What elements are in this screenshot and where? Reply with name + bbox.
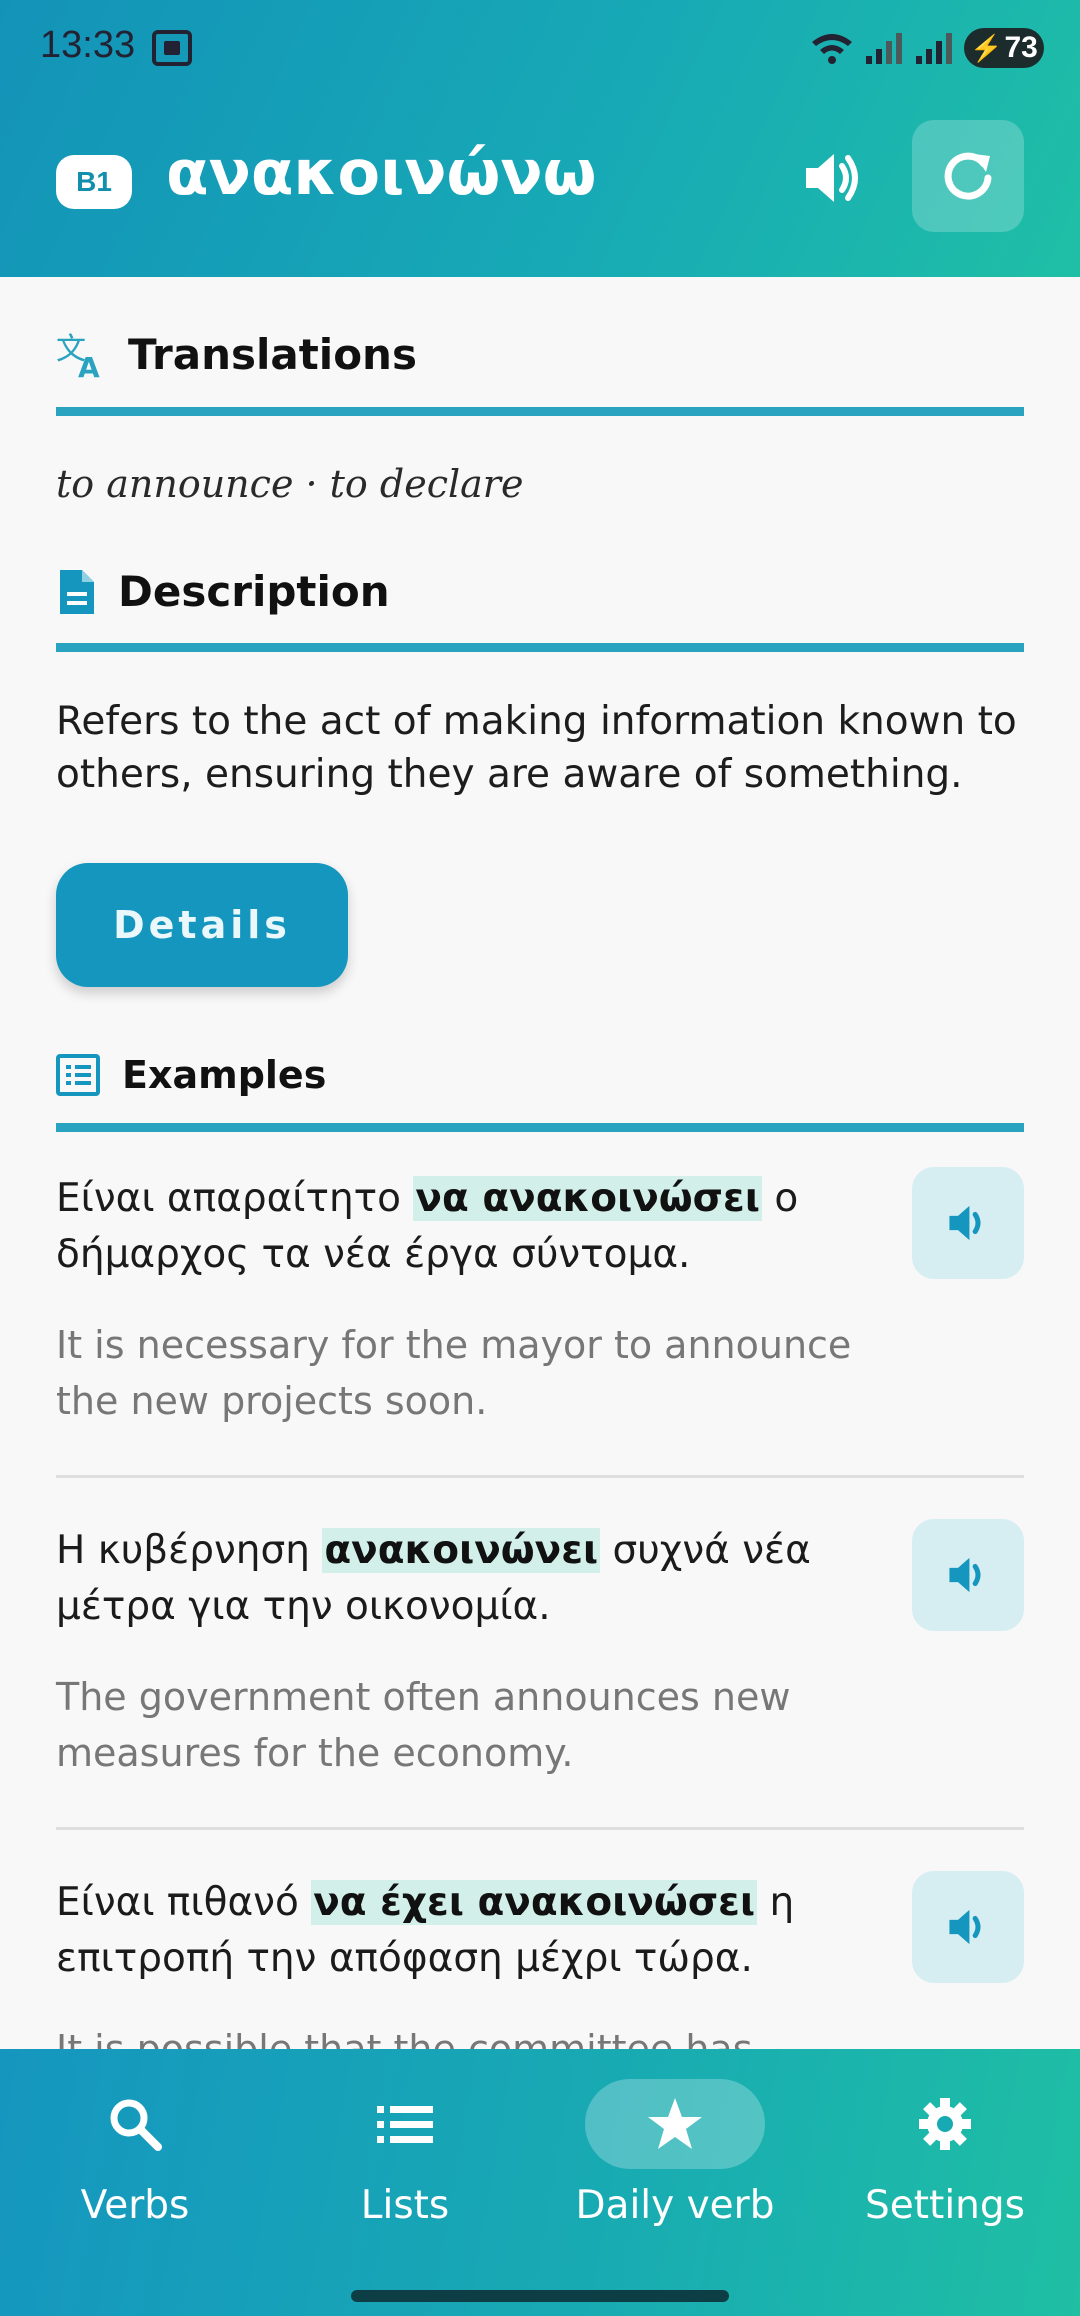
translations-rule bbox=[56, 407, 1024, 416]
search-icon bbox=[45, 2079, 225, 2169]
star-icon bbox=[585, 2079, 765, 2169]
signal-roaming-icon bbox=[916, 33, 952, 64]
example-greek: Είναι πιθανό να έχει ανακοινώσει η επιτρ… bbox=[56, 1875, 856, 1987]
examples-rule bbox=[56, 1123, 1024, 1132]
nav-item-verbs[interactable]: Verbs bbox=[15, 2079, 255, 2228]
examples-title: Examples bbox=[122, 1053, 327, 1097]
nav-label: Lists bbox=[360, 2183, 450, 2228]
translations-title: Translations bbox=[128, 330, 417, 379]
list-alt-icon bbox=[56, 1054, 100, 1096]
verb-title: ανακοινώνω bbox=[166, 136, 597, 209]
screenshot-icon bbox=[152, 30, 192, 66]
translations-text: to announce · to declare bbox=[56, 462, 524, 506]
gear-icon bbox=[855, 2079, 1035, 2169]
refresh-button[interactable] bbox=[912, 120, 1024, 232]
nav-item-daily-verb[interactable]: Daily verb bbox=[555, 2079, 795, 2228]
example-play-button[interactable] bbox=[912, 1167, 1024, 1279]
refresh-icon bbox=[944, 152, 992, 200]
example-greek: Η κυβέρνηση ανακοινώνει συχνά νέα μέτρα … bbox=[56, 1523, 856, 1635]
nav-item-settings[interactable]: Settings bbox=[825, 2079, 1065, 2228]
example-play-button[interactable] bbox=[912, 1871, 1024, 1983]
description-header: Description bbox=[56, 567, 390, 616]
list-icon bbox=[315, 2079, 495, 2169]
example-item: Είναι πιθανό να έχει ανακοινώσει η επιτρ… bbox=[56, 1871, 1024, 2049]
example-greek-text: Είναι πιθανό bbox=[56, 1880, 312, 1925]
signal-icon bbox=[866, 33, 902, 64]
bottom-navigation: Verbs Lists Daily verb Settings bbox=[0, 2049, 1080, 2316]
description-rule bbox=[56, 643, 1024, 652]
example-greek-text: Η κυβέρνηση bbox=[56, 1528, 323, 1573]
document-icon bbox=[60, 569, 94, 614]
example-divider bbox=[56, 1475, 1024, 1478]
example-play-button[interactable] bbox=[912, 1519, 1024, 1631]
example-english: It is necessary for the mayor to announc… bbox=[56, 1323, 852, 1423]
verb-content[interactable]: 文 A Translations to announce · to declar… bbox=[0, 277, 1080, 2049]
charging-icon: ⚡ bbox=[970, 32, 1003, 63]
status-bar: 13:33 ⚡ 73 bbox=[0, 0, 1080, 96]
battery-level: 73 bbox=[1004, 31, 1038, 64]
pronounce-button[interactable] bbox=[790, 136, 874, 220]
example-greek-text: Είναι απαραίτητο bbox=[56, 1176, 414, 1221]
translations-header: 文 A Translations bbox=[56, 330, 417, 379]
description-text: Refers to the act of making information … bbox=[56, 699, 1017, 797]
level-badge: B1 bbox=[56, 155, 132, 209]
example-highlight: να ανακοινώσει bbox=[413, 1176, 762, 1221]
nav-label: Daily verb bbox=[575, 2183, 775, 2228]
example-divider bbox=[56, 1827, 1024, 1830]
example-item: Η κυβέρνηση ανακοινώνει συχνά νέα μέτρα … bbox=[56, 1519, 1024, 1781]
nav-item-lists[interactable]: Lists bbox=[285, 2079, 525, 2228]
battery-indicator: ⚡ 73 bbox=[964, 28, 1044, 68]
status-time: 13:33 bbox=[40, 24, 136, 66]
examples-header: Examples bbox=[56, 1053, 326, 1097]
description-title: Description bbox=[118, 567, 390, 616]
app-header: 13:33 ⚡ 73 B1 ανακοινώνω bbox=[0, 0, 1080, 277]
example-english: The government often announces new measu… bbox=[56, 1675, 791, 1775]
example-item: Είναι απαραίτητο να ανακοινώσει ο δήμαρχ… bbox=[56, 1167, 1024, 1429]
example-highlight: να έχει ανακοινώσει bbox=[311, 1880, 758, 1925]
nav-label: Settings bbox=[865, 2183, 1025, 2228]
details-button[interactable]: Details bbox=[56, 863, 348, 987]
volume-icon bbox=[949, 1205, 981, 1241]
translate-icon: 文 A bbox=[56, 332, 100, 379]
wifi-icon bbox=[812, 34, 852, 64]
volume-icon bbox=[806, 154, 858, 202]
svg-text:A: A bbox=[78, 351, 100, 379]
status-icons: ⚡ 73 bbox=[810, 28, 1044, 68]
nav-label: Verbs bbox=[80, 2183, 190, 2228]
example-english: It is possible that the committee has bbox=[56, 2027, 753, 2049]
volume-icon bbox=[949, 1557, 981, 1593]
home-indicator[interactable] bbox=[351, 2290, 729, 2302]
example-greek: Είναι απαραίτητο να ανακοινώσει ο δήμαρχ… bbox=[56, 1171, 856, 1283]
example-highlight: ανακοινώνει bbox=[322, 1528, 601, 1573]
volume-icon bbox=[949, 1909, 981, 1945]
